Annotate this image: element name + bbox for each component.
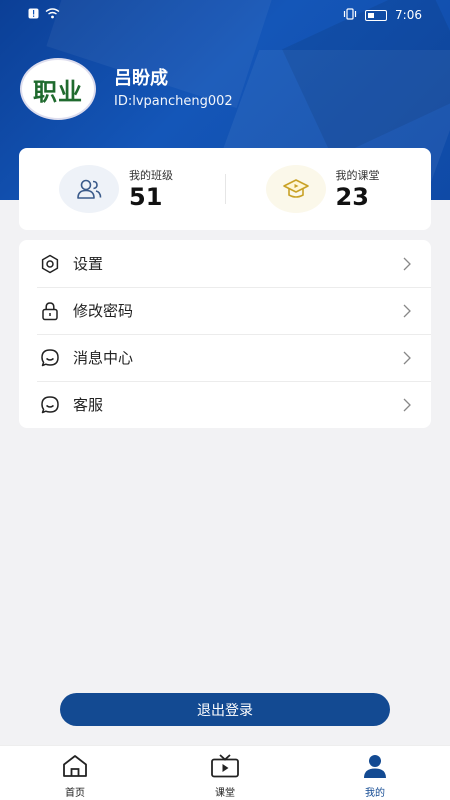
tab-label: 首页 [65,788,85,799]
tv-icon [210,752,240,780]
user-id: ID:lvpancheng002 [114,94,233,109]
stat-value: 23 [335,183,369,211]
menu-label: 设置 [73,255,104,273]
stat-my-courses[interactable]: 我的课堂 23 [226,165,432,213]
chevron-right-icon [401,303,413,319]
tab-label: 课堂 [215,788,235,799]
menu-label: 客服 [73,396,104,414]
stat-label: 我的班级 [129,169,173,182]
tab-label: 我的 [365,788,385,799]
chevron-right-icon [401,350,413,366]
stat-my-classes[interactable]: 我的班级 51 [19,165,225,213]
users-icon [59,165,119,213]
lock-icon [39,300,61,322]
avatar[interactable]: 职业 [20,58,96,120]
stats-card: 我的班级 51 我的课堂 23 [19,148,431,230]
status-time: 7:06 [395,8,422,22]
stat-label: 我的课堂 [335,169,380,182]
tab-home[interactable]: 首页 [0,746,150,800]
graduation-cap-icon [265,165,326,213]
menu-item-change-password[interactable]: 修改密码 [19,287,431,334]
chat-icon [39,347,61,369]
menu-item-customer-service[interactable]: 客服 [19,381,431,428]
menu-label: 修改密码 [73,302,134,320]
profile-section: 职业 吕盼成 ID:lvpancheng002 [20,58,233,120]
menu-item-settings[interactable]: 设置 [19,240,431,287]
battery-icon [365,9,388,21]
logout-button[interactable]: 退出登录 [60,693,390,726]
tab-classroom[interactable]: 课堂 [150,746,300,800]
tab-mine[interactable]: 我的 [300,746,450,800]
notification-icon [28,8,39,22]
person-icon [360,752,390,780]
avatar-text: 职业 [33,76,83,106]
vibrate-icon [343,7,357,23]
wifi-icon [45,8,60,22]
menu-item-message-center[interactable]: 消息中心 [19,334,431,381]
menu-list: 设置 修改密码 消息中心 客服 [19,240,431,428]
chevron-right-icon [401,256,413,272]
bottom-tab-bar: 首页 课堂 我的 [0,745,450,800]
menu-label: 消息中心 [73,349,134,367]
settings-icon [39,253,61,275]
stat-value: 51 [129,183,163,211]
chevron-right-icon [401,397,413,413]
chat-icon [39,394,61,416]
user-name: 吕盼成 [114,68,168,89]
home-icon [60,752,90,780]
status-bar: 7:06 [0,0,450,30]
